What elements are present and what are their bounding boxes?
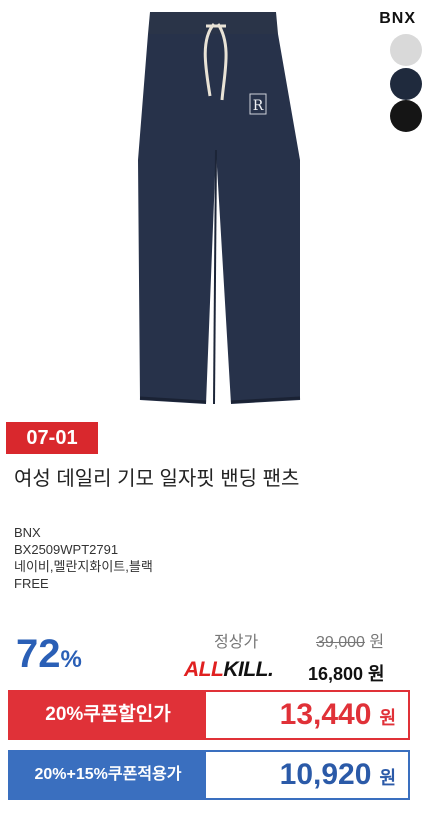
allkill-price: 16,800 원: [308, 664, 385, 684]
extra-coupon-price-label: 20%+15%쿠폰적용가: [10, 752, 206, 798]
discount-percent: %: [60, 646, 82, 673]
coupon-price-value: 13,440 원: [280, 692, 396, 738]
regular-price: 39,000 원: [316, 628, 384, 652]
color-swatch-black[interactable]: [390, 100, 422, 132]
info-brand: BNX: [14, 525, 41, 540]
extra-coupon-price-unit: 원: [379, 768, 396, 788]
info-colors: 네이비,멜란지화이트,블랙: [14, 559, 153, 574]
svg-text:R: R: [253, 98, 264, 114]
product-info: BNX BX2509WPT2791 네이비,멜란지화이트,블랙 FREE: [14, 524, 153, 592]
discount-number: 72: [16, 632, 61, 676]
allkill-logo-a: ALL: [184, 658, 224, 681]
extra-coupon-price-box[interactable]: 20%+15%쿠폰적용가 10,920 원: [8, 750, 410, 800]
info-size: FREE: [14, 576, 49, 591]
brand-logo: BNX: [379, 10, 416, 27]
date-badge: 07-01: [6, 422, 98, 454]
coupon-price-label: 20%쿠폰할인가: [10, 692, 206, 738]
regular-price-unit: 원: [369, 634, 385, 651]
regular-price-value: 39,000: [316, 634, 365, 651]
color-swatch-navy[interactable]: [390, 68, 422, 100]
product-title[interactable]: 여성 데일리 기모 일자핏 밴딩 팬츠: [14, 462, 299, 491]
extra-coupon-price-number: 10,920: [279, 758, 372, 791]
regular-price-label: 정상가: [214, 634, 259, 651]
pants-illustration: R: [138, 12, 301, 405]
coupon-price-number: 13,440: [279, 698, 372, 731]
coupon-price-unit: 원: [379, 708, 396, 728]
allkill-logo: ALLKILL.: [184, 658, 274, 682]
info-code: BX2509WPT2791: [14, 542, 119, 557]
allkill-logo-b: KILL.: [223, 658, 274, 681]
product-image[interactable]: R BNX: [0, 0, 430, 420]
extra-coupon-price-value: 10,920 원: [280, 752, 396, 798]
coupon-price-box[interactable]: 20%쿠폰할인가 13,440 원: [8, 690, 410, 740]
color-swatch-gray[interactable]: [390, 34, 422, 66]
discount-rate: 72%: [16, 632, 82, 677]
